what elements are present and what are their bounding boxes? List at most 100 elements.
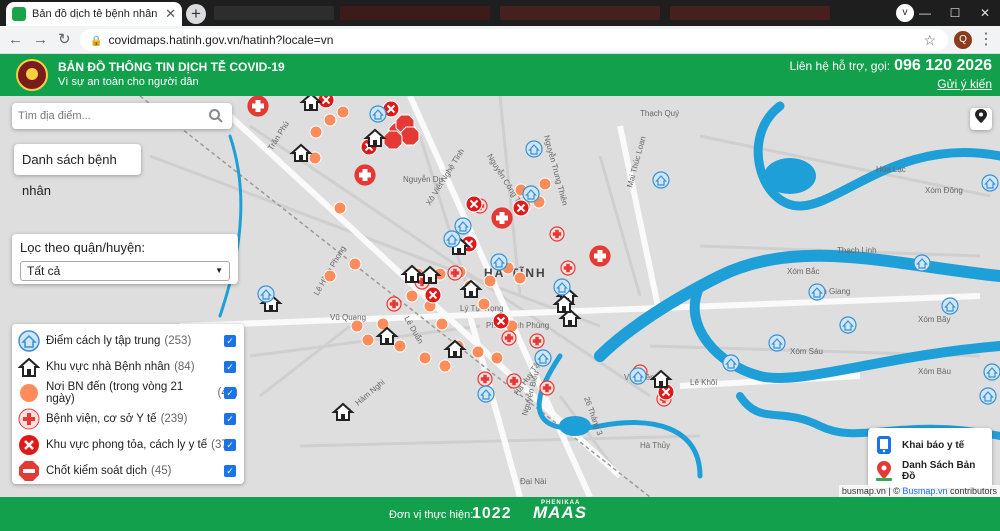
quarantine-point-marker[interactable]	[913, 254, 931, 272]
legend-checkbox[interactable]: ✓	[224, 335, 236, 347]
province-emblem-icon[interactable]	[16, 59, 48, 91]
visited-place-marker[interactable]	[435, 317, 449, 331]
legend-checkbox[interactable]: ✓	[224, 465, 236, 477]
quarantine-point-marker[interactable]	[525, 140, 543, 158]
quarantine-point-marker[interactable]	[454, 217, 472, 235]
quarantine-point-marker[interactable]	[981, 174, 999, 192]
quarantine-point-marker[interactable]	[839, 316, 857, 334]
background-tab[interactable]	[214, 6, 334, 20]
quarantine-point-marker[interactable]	[983, 363, 1000, 381]
hospital-marker[interactable]	[560, 260, 576, 276]
back-icon[interactable]: ←	[8, 30, 23, 50]
legend-item-checkpoint[interactable]: Chốt kiểm soát dịch (45) ✓	[18, 458, 238, 484]
visited-place-marker[interactable]	[418, 351, 432, 365]
visited-place-marker[interactable]	[513, 271, 527, 285]
quarantine-point-marker[interactable]	[553, 278, 571, 296]
visited-place-marker[interactable]	[490, 351, 504, 365]
legend-item-lockdown[interactable]: Khu vực phong tỏa, cách ly y tế (37) ✓	[18, 432, 238, 458]
checkpoint-marker[interactable]	[400, 126, 420, 146]
quarantine-point-marker[interactable]	[629, 367, 647, 385]
patient-house-marker[interactable]	[375, 326, 399, 345]
close-window-icon[interactable]: ✕	[970, 6, 1000, 20]
browser-menu-icon[interactable]: ⋮	[978, 29, 994, 49]
visited-place-marker[interactable]	[361, 333, 375, 347]
visited-place-marker[interactable]	[483, 274, 497, 288]
quarantine-point-marker[interactable]	[768, 334, 786, 352]
patient-list-button[interactable]: Danh sách bệnh nhân	[14, 144, 141, 198]
visited-place-marker[interactable]	[323, 113, 337, 127]
close-tab-icon[interactable]: ✕	[165, 6, 176, 22]
quarantine-point-marker[interactable]	[369, 105, 387, 123]
visited-place-marker[interactable]	[477, 297, 491, 311]
visited-place-marker[interactable]	[348, 257, 362, 271]
patient-house-marker[interactable]	[649, 369, 673, 388]
quarantine-point-marker[interactable]	[808, 283, 826, 301]
visited-place-marker[interactable]	[336, 105, 350, 119]
map-canvas[interactable]: Trần Phú Nguyễn Du Xô Viết Nghệ Tĩnh Ngu…	[0, 96, 1000, 497]
legend-item-patient-house[interactable]: Khu vực nhà Bệnh nhân (84) ✓	[18, 354, 238, 380]
visited-place-marker[interactable]	[405, 289, 419, 303]
legend-checkbox[interactable]: ✓	[224, 361, 236, 373]
patient-house-marker[interactable]	[331, 402, 355, 421]
quarantine-point-marker[interactable]	[443, 230, 461, 248]
attribution-link[interactable]: Busmap.vn	[902, 486, 947, 496]
account-avatar[interactable]: Q	[954, 31, 972, 49]
quarantine-point-marker[interactable]	[490, 253, 508, 271]
hospital-marker[interactable]	[386, 296, 402, 312]
bookmark-star-icon[interactable]: ☆	[923, 29, 936, 51]
quarantine-point-marker[interactable]	[979, 387, 997, 405]
visited-place-marker[interactable]	[323, 269, 337, 283]
hospital-marker[interactable]	[501, 330, 517, 346]
locate-button[interactable]	[970, 108, 992, 130]
search-icon[interactable]	[208, 108, 224, 124]
quarantine-point-marker[interactable]	[722, 354, 740, 372]
support-phone[interactable]: 096 120 2026	[894, 57, 992, 74]
hospital-marker[interactable]	[549, 226, 565, 242]
hospital-marker[interactable]	[589, 245, 611, 267]
lockdown-marker[interactable]	[512, 199, 530, 217]
district-select[interactable]: Tất cả ▼	[20, 261, 230, 281]
background-tab[interactable]	[670, 6, 830, 20]
hospital-marker[interactable]	[247, 96, 269, 117]
minimize-icon[interactable]: —	[910, 6, 940, 20]
browser-tab-active[interactable]: Bản đồ dịch tễ bệnh nhân COVID ✕	[6, 2, 182, 26]
checkpoint-marker[interactable]	[383, 130, 403, 150]
legend-item-quarantine[interactable]: Điểm cách ly tập trung (253) ✓	[18, 328, 238, 354]
visited-place-marker[interactable]	[471, 345, 485, 359]
lockdown-marker[interactable]	[492, 312, 510, 330]
visited-place-marker[interactable]	[438, 359, 452, 373]
lock-icon[interactable]: 🔒	[90, 36, 102, 47]
lockdown-marker[interactable]	[465, 195, 483, 213]
patient-house-marker[interactable]	[299, 96, 323, 111]
search-input[interactable]	[12, 103, 197, 129]
visited-place-marker[interactable]	[309, 125, 323, 139]
background-tab[interactable]	[340, 6, 490, 20]
quarantine-point-marker[interactable]	[257, 285, 275, 303]
legend-item-visited-place[interactable]: Nơi BN đến (trong vòng 21 ngày)(44) ✓	[18, 380, 238, 406]
feedback-link[interactable]: Gửi ý kiến	[937, 77, 992, 91]
patient-house-marker[interactable]	[363, 128, 387, 147]
hospital-marker[interactable]	[539, 380, 555, 396]
new-tab-button[interactable]: +	[186, 4, 206, 24]
quarantine-point-marker[interactable]	[522, 185, 540, 203]
quarantine-point-marker[interactable]	[477, 385, 495, 403]
legend-item-hospital[interactable]: Bệnh viện, cơ sở Y tế (239) ✓	[18, 406, 238, 432]
visited-place-marker[interactable]	[350, 319, 364, 333]
legend-checkbox[interactable]: ✓	[224, 413, 236, 425]
lockdown-marker[interactable]	[424, 286, 442, 304]
visited-place-marker[interactable]	[393, 339, 407, 353]
forward-icon[interactable]: →	[33, 30, 48, 50]
quarantine-point-marker[interactable]	[534, 349, 552, 367]
reload-icon[interactable]: ↻	[58, 30, 71, 50]
hospital-marker[interactable]	[447, 265, 463, 281]
map-list-button[interactable]: Danh Sách Bản Đồ	[874, 458, 986, 484]
background-tab[interactable]	[500, 6, 660, 20]
hospital-marker[interactable]	[354, 164, 376, 186]
url-input[interactable]: 🔒 covidmaps.hatinh.gov.vn/hatinh?locale=v…	[80, 29, 948, 51]
hospital-marker[interactable]	[529, 333, 545, 349]
quarantine-point-marker[interactable]	[652, 171, 670, 189]
hospital-marker[interactable]	[506, 373, 522, 389]
hospital-marker[interactable]	[491, 207, 513, 229]
visited-place-marker[interactable]	[333, 201, 347, 215]
patient-house-marker[interactable]	[289, 143, 313, 162]
